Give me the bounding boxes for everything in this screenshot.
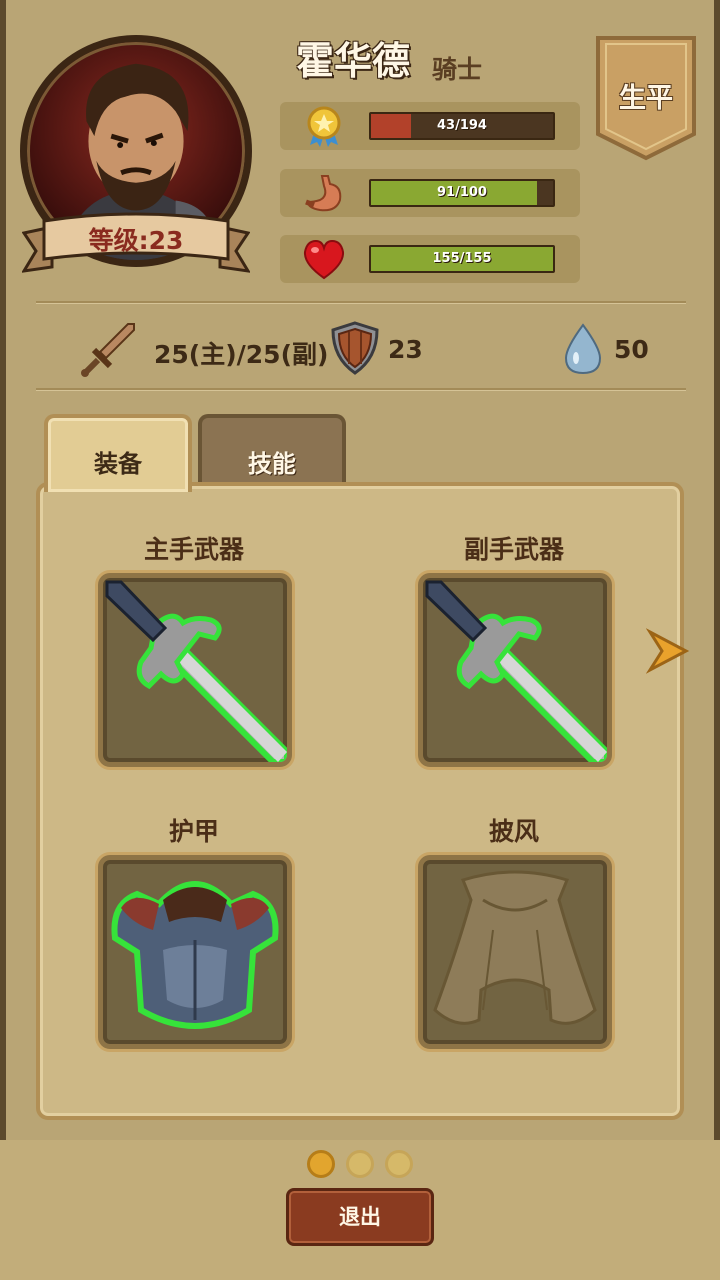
armor-slot[interactable]: [98, 855, 292, 1049]
medal-icon: [307, 106, 341, 147]
cloak-placeholder-icon: [433, 870, 597, 1025]
page-dot-3[interactable]: [385, 1150, 413, 1178]
tab-skills[interactable]: 技能: [198, 414, 346, 492]
health-row: 155/155: [280, 235, 580, 283]
armor-label: 护甲: [168, 817, 219, 846]
hunger-value: 91/100: [437, 185, 487, 200]
sword-item-icon: [425, 580, 607, 762]
experience-bar: 43/194: [369, 112, 555, 140]
tab-equipment[interactable]: 装备: [44, 414, 192, 492]
health-bar: 155/155: [369, 245, 555, 273]
main-weapon-slot[interactable]: [98, 573, 292, 767]
attack-value: 25(主)/25(副): [154, 340, 329, 369]
level-label: 等级:23: [88, 226, 184, 255]
hero-name: 霍华德: [296, 39, 411, 83]
defense-value: 23: [388, 335, 423, 364]
shield-icon: [331, 321, 379, 375]
cloak-label: 披风: [488, 817, 539, 846]
mana-value: 50: [614, 335, 649, 364]
main-weapon-label: 主手武器: [143, 535, 244, 564]
next-page-arrow-icon[interactable]: [646, 628, 690, 674]
experience-value: 43/194: [437, 118, 487, 133]
page-dot-2[interactable]: [346, 1150, 374, 1178]
heart-icon: [303, 239, 345, 280]
exit-button[interactable]: 退出: [286, 1188, 434, 1246]
biography-label: 生平: [619, 83, 673, 114]
frame-right: [714, 0, 720, 1140]
hunger-row: 91/100: [280, 169, 580, 217]
cloak-slot[interactable]: [418, 855, 612, 1049]
stomach-icon: [305, 175, 342, 212]
hero-class: 骑士: [432, 55, 483, 84]
divider-top: [36, 301, 686, 304]
biography-button[interactable]: 生平: [594, 34, 698, 162]
sword-icon: [81, 323, 135, 377]
level-ribbon: 等级:23: [22, 205, 250, 275]
frame-left: [0, 0, 6, 1140]
hunger-bar: 91/100: [369, 179, 555, 207]
sword-item-icon: [105, 580, 287, 762]
divider-bottom: [36, 388, 686, 391]
water-drop-icon: [564, 323, 602, 375]
off-weapon-label: 副手武器: [463, 535, 564, 564]
health-value: 155/155: [432, 251, 492, 266]
armor-item-icon: [111, 881, 279, 1029]
page-dot-1[interactable]: [307, 1150, 335, 1178]
experience-row: 43/194: [280, 102, 580, 150]
off-weapon-slot[interactable]: [418, 573, 612, 767]
